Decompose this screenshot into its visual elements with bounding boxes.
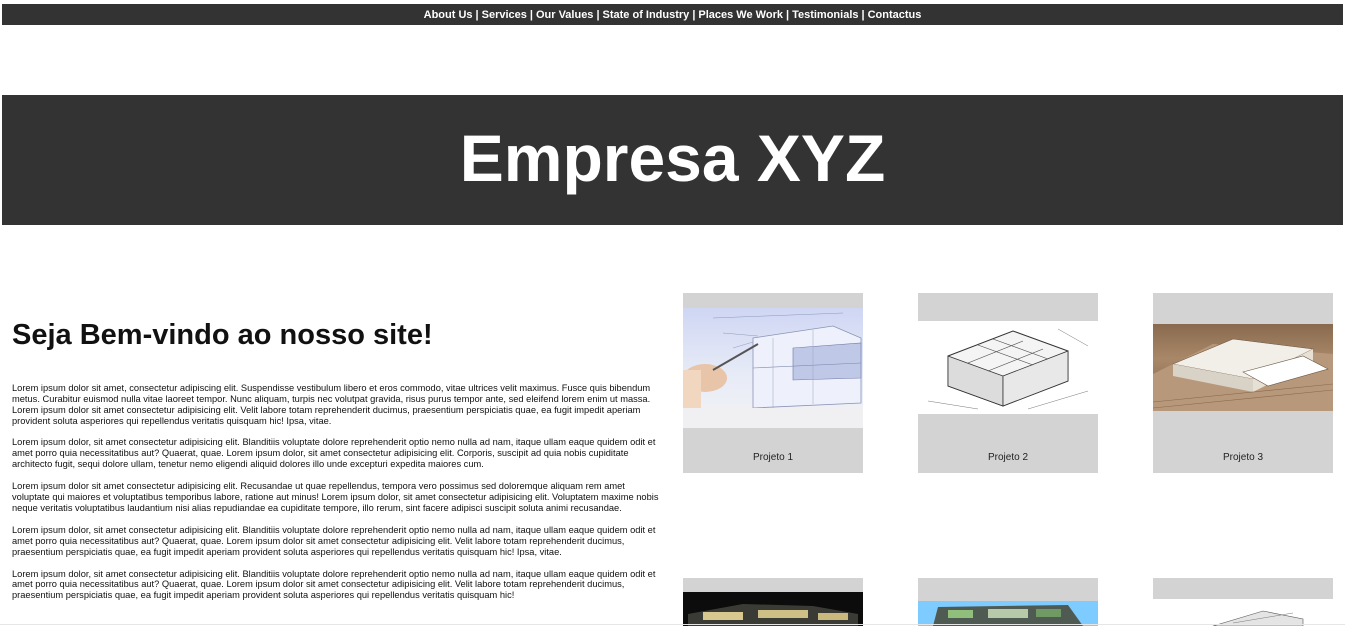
nav-separator: | <box>785 8 790 21</box>
project-card-5[interactable] <box>918 578 1098 626</box>
architect-sketch-illustration <box>683 312 863 428</box>
nav-link-about-us[interactable]: About Us <box>424 9 473 21</box>
paragraph: Lorem ipsum dolor, sit amet consectetur … <box>12 437 656 470</box>
house-plan-illustration <box>927 328 1089 410</box>
nav-link-testimonials[interactable]: Testimonials <box>792 9 858 21</box>
project-4-image <box>683 592 863 626</box>
night-building-illustration <box>683 592 863 626</box>
building-model-illustration <box>1153 599 1333 626</box>
project-card-6[interactable] <box>1153 578 1333 626</box>
paragraph: Lorem ipsum dolor sit amet consectetur a… <box>12 481 659 513</box>
nav-separator: | <box>529 8 533 21</box>
architecture-model-illustration <box>1153 338 1333 411</box>
project-1-caption: Projeto 1 <box>752 452 794 463</box>
site-title: Empresa XYZ <box>459 121 886 195</box>
nav-link-services[interactable]: Services <box>482 9 527 21</box>
project-2-caption: Projeto 2 <box>987 452 1029 463</box>
project-3-image <box>1153 324 1333 411</box>
top-nav: About Us | Services | Our Values | State… <box>2 4 1343 25</box>
nav-link-places-we-work[interactable]: Places We Work <box>698 9 783 21</box>
welcome-heading: Seja Bem-vindo ao nosso site! <box>12 319 433 351</box>
project-1-image <box>683 308 863 428</box>
paragraph: Lorem ipsum dolor sit amet, consectetur … <box>12 382 651 426</box>
project-2-image <box>918 321 1098 414</box>
paragraph: Lorem ipsum dolor, sit amet consectetur … <box>12 568 656 601</box>
nav-separator: | <box>596 8 600 21</box>
nav-link-contactus[interactable]: Contactus <box>868 9 922 21</box>
nav-separator: | <box>475 8 479 21</box>
building-rooftop-illustration <box>918 601 1098 626</box>
nav-separator: | <box>861 8 865 21</box>
project-3-caption: Projeto 3 <box>1222 452 1264 463</box>
header-banner: Empresa XYZ <box>2 95 1343 225</box>
nav-link-state-of-industry[interactable]: State of Industry <box>603 9 690 21</box>
welcome-section: Seja Bem-vindo ao nosso site! Lorem ipsu… <box>12 318 660 612</box>
nav-link-our-values[interactable]: Our Values <box>536 9 593 21</box>
paragraph: Lorem ipsum dolor, sit amet consectetur … <box>12 524 656 557</box>
page: About Us | Services | Our Values | State… <box>0 0 1345 626</box>
page-bottom-divider <box>0 624 1345 625</box>
project-card-1[interactable]: Projeto 1 <box>683 293 863 473</box>
project-6-image <box>1153 599 1333 626</box>
project-5-image <box>918 601 1098 626</box>
nav-separator: | <box>692 8 696 21</box>
project-card-4[interactable] <box>683 578 863 626</box>
project-card-2[interactable]: Projeto 2 <box>918 293 1098 473</box>
project-card-3[interactable]: Projeto 3 <box>1153 293 1333 473</box>
